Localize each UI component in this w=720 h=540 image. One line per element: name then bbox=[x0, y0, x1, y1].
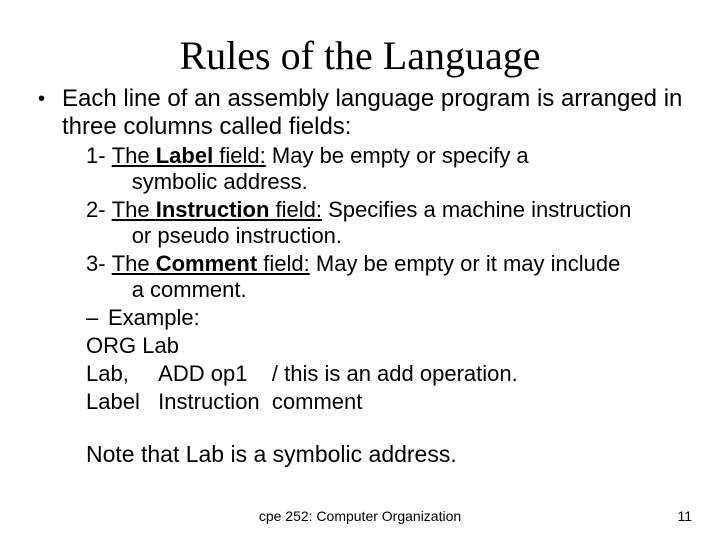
dash-icon: – bbox=[86, 305, 108, 331]
footer-course: cpe 252: Computer Organization bbox=[0, 508, 720, 524]
code-line-3: Label Instruction comment bbox=[86, 389, 674, 415]
bullet-icon: • bbox=[36, 85, 62, 113]
example-row: – Example: bbox=[86, 305, 674, 331]
item-body: The Instruction field: Specifies a machi… bbox=[112, 197, 674, 249]
label-underline: The Comment field: bbox=[112, 251, 310, 276]
code-line-1: ORG Lab bbox=[86, 333, 674, 359]
item-number: 3- bbox=[86, 251, 112, 303]
fields-list: 1- The Label field: May be empty or spec… bbox=[86, 143, 674, 415]
main-bullet: • Each line of an assembly language prog… bbox=[36, 85, 684, 141]
item-number: 2- bbox=[86, 197, 112, 249]
label-underline: The Label field: bbox=[112, 143, 266, 168]
footer-page-number: 11 bbox=[677, 508, 692, 524]
code-line-2: Lab, ADD op1 / this is an add operation. bbox=[86, 361, 674, 387]
note-text: Note that Lab is a symbolic address. bbox=[86, 441, 684, 468]
item-body: The Comment field: May be empty or it ma… bbox=[112, 251, 674, 303]
slide-title: Rules of the Language bbox=[36, 32, 684, 79]
field-item-2: 2- The Instruction field: Specifies a ma… bbox=[86, 197, 674, 249]
label-underline: The Instruction field: bbox=[112, 197, 322, 222]
item-body: The Label field: May be empty or specify… bbox=[112, 143, 674, 195]
field-item-3: 3- The Comment field: May be empty or it… bbox=[86, 251, 674, 303]
example-label: Example: bbox=[108, 305, 200, 331]
slide: Rules of the Language • Each line of an … bbox=[0, 0, 720, 540]
main-bullet-text: Each line of an assembly language progra… bbox=[62, 85, 684, 141]
field-item-1: 1- The Label field: May be empty or spec… bbox=[86, 143, 674, 195]
item-number: 1- bbox=[86, 143, 112, 195]
